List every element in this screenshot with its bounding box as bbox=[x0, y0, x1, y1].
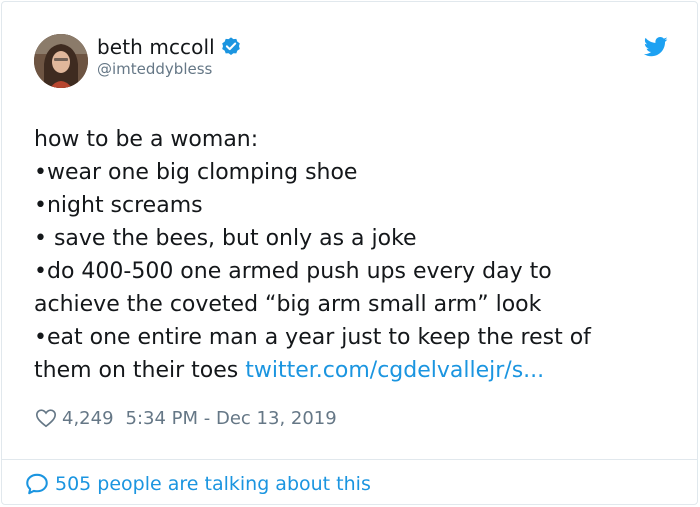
tweet-text-line: • save the bees, but only as a joke bbox=[34, 226, 417, 251]
tweet-text-line: •night screams bbox=[34, 193, 203, 218]
tweet-meta: 4,249 5:34 PM - Dec 13, 2019 bbox=[35, 407, 337, 429]
tweet-text-line: how to be a woman: bbox=[34, 127, 259, 152]
user-handle[interactable]: @imteddybless bbox=[97, 60, 212, 78]
tweet-text-line: achieve the coveted “big arm small arm” … bbox=[34, 292, 542, 317]
verified-badge-icon bbox=[220, 36, 242, 58]
tweet-text-line: them on their toes bbox=[34, 358, 246, 383]
avatar-image bbox=[34, 34, 88, 88]
tweet-text-line: •eat one entire man a year just to keep … bbox=[34, 325, 591, 350]
twitter-bird-icon[interactable] bbox=[643, 36, 668, 58]
heart-icon[interactable] bbox=[35, 407, 57, 429]
avatar[interactable] bbox=[34, 34, 88, 88]
tweet-text-last-line: them on their toes twitter.com/cgdelvall… bbox=[34, 354, 674, 387]
divider bbox=[2, 459, 697, 460]
tweet-link[interactable]: twitter.com/cgdelvallejr/s... bbox=[245, 358, 544, 383]
author-name-row[interactable]: beth mccoll bbox=[97, 35, 242, 59]
tweet-text-line: •do 400-500 one armed push ups every day… bbox=[34, 259, 552, 284]
display-name[interactable]: beth mccoll bbox=[97, 35, 215, 59]
tweet-text: how to be a woman: •wear one big clompin… bbox=[34, 123, 674, 387]
like-count[interactable]: 4,249 bbox=[62, 408, 114, 429]
tweet-timestamp[interactable]: 5:34 PM - Dec 13, 2019 bbox=[126, 408, 337, 429]
tweet-card: beth mccoll @imteddybless how to be a wo… bbox=[1, 1, 698, 505]
conversation-label[interactable]: 505 people are talking about this bbox=[55, 473, 371, 495]
conversation-link[interactable]: 505 people are talking about this bbox=[24, 471, 371, 497]
speech-bubble-icon bbox=[24, 471, 50, 497]
tweet-text-line: •wear one big clomping shoe bbox=[34, 160, 358, 185]
